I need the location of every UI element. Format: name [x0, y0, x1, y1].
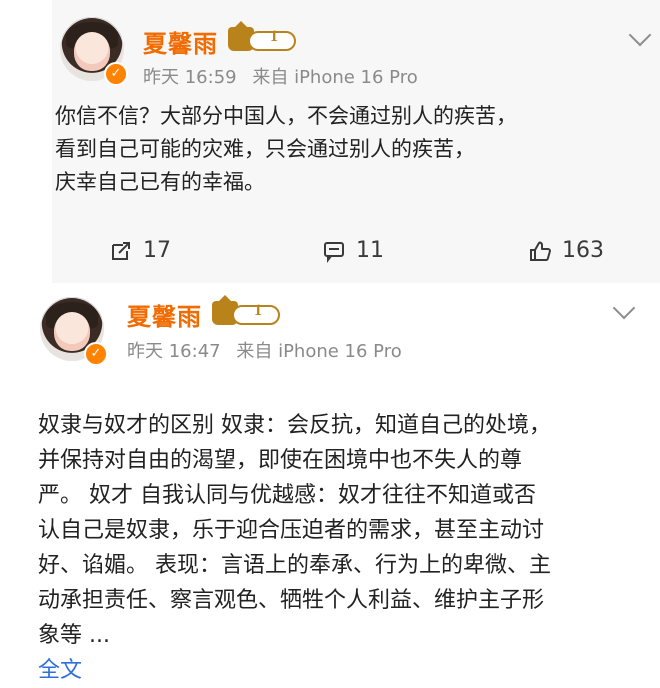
post-meta: 昨天 16:59 来自 iPhone 16 Pro: [143, 63, 428, 89]
post-content-text: 奴隶与奴才的区别 奴隶：会反抗，知道自己的处境， 并保持对自由的渴望，即使在困境…: [38, 413, 551, 648]
weibo-post-card: ✓ 夏馨雨 1 昨天 16:47 来自 iPhone 16 Pro 奴隶与奴才的…: [0, 283, 660, 683]
comment-count: 11: [356, 238, 384, 263]
thumbs-up-icon: [528, 239, 552, 263]
vip-level: 1: [254, 302, 262, 319]
chevron-down-icon[interactable]: [628, 23, 652, 47]
vip-badge-icon[interactable]: 1: [212, 295, 280, 325]
verified-badge-icon: ✓: [104, 62, 128, 86]
avatar-face: [74, 32, 110, 71]
vip-level: 1: [270, 28, 278, 45]
repost-count: 17: [143, 238, 171, 263]
like-action[interactable]: 163: [528, 238, 604, 263]
repost-icon: [109, 239, 133, 263]
post-source: 来自 iPhone 16 Pro: [236, 341, 402, 362]
verified-badge-icon: ✓: [84, 342, 108, 366]
repost-action[interactable]: 17: [109, 238, 171, 263]
avatar-face: [54, 312, 90, 351]
chevron-down-icon[interactable]: [612, 296, 636, 320]
post-source: 来自 iPhone 16 Pro: [252, 67, 418, 88]
comment-icon: [322, 239, 346, 263]
user-name[interactable]: 夏馨雨: [127, 297, 202, 332]
post-content: 奴隶与奴才的区别 奴隶：会反抗，知道自己的处境， 并保持对自由的渴望，即使在困境…: [38, 373, 660, 688]
post-time: 昨天 16:59: [143, 67, 237, 88]
like-count: 163: [562, 238, 604, 263]
weibo-post-card: ✓ 夏馨雨 1 昨天 16:59 来自 iPhone 16 Pro 你信不信？大…: [52, 0, 660, 283]
post-time: 昨天 16:47: [127, 341, 221, 362]
full-text-link[interactable]: 全文: [38, 658, 82, 683]
vip-badge-icon[interactable]: 1: [228, 21, 296, 51]
post-content: 你信不信？大部分中国人，不会通过别人的疾苦， 看到自己可能的灾难，只会通过别人的…: [55, 104, 517, 194]
user-name[interactable]: 夏馨雨: [143, 24, 218, 59]
post-meta: 昨天 16:47 来自 iPhone 16 Pro: [127, 337, 412, 363]
comment-action[interactable]: 11: [322, 238, 384, 263]
